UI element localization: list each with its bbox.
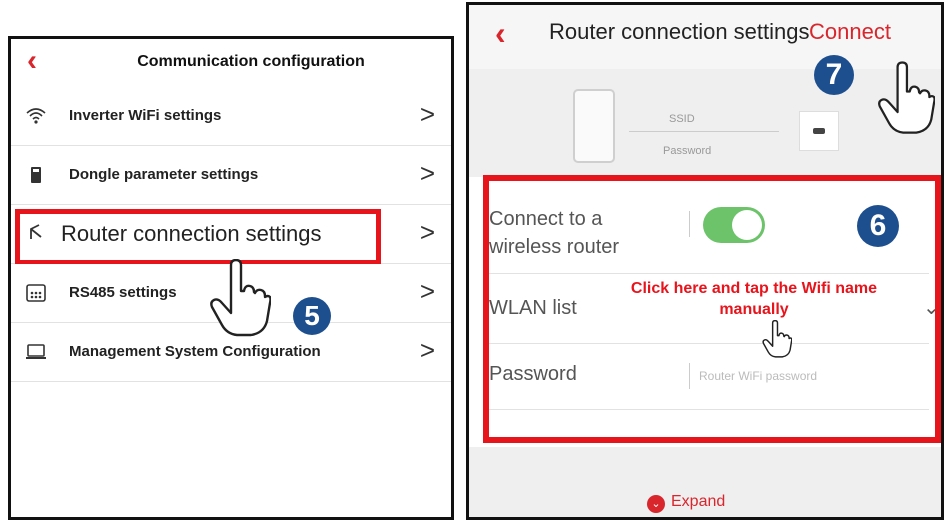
page-title: Communication configuration [137,53,365,70]
step-badge-6: 6 [857,205,899,247]
menu-item-label: Management System Configuration [69,343,321,360]
chevron-right-icon: > [419,158,435,188]
monitor-icon [26,344,46,359]
menu-item-dongle-parameters[interactable]: Dongle parameter settings > [11,146,451,205]
wifi-icon [26,108,46,124]
instruction-note: Click here and tap the Wifi name manuall… [630,280,878,318]
chevron-right-icon: > [419,335,435,365]
password-diagram-label: Password [663,145,712,157]
dongle-icon [799,111,839,151]
pointer-hand-icon [762,320,792,358]
step-badge-5: 5 [293,297,331,335]
menu-item-label: Dongle parameter settings [69,166,259,183]
chevron-right-icon: > [419,276,435,306]
page-title: Router connection settings [549,19,810,44]
step-badge-7: 7 [814,55,854,95]
pointer-hand-icon [210,259,271,337]
connect-button[interactable]: Connect [809,19,891,45]
back-icon[interactable]: ‹ [495,15,506,52]
router-connection-settings-panel: ‹ Router connection settings Connect SSI… [466,2,944,520]
connection-line [629,131,779,132]
left-header: ‹ Communication configuration [11,39,451,88]
rs485-icon [26,284,46,302]
right-header: ‹ Router connection settings Connect [469,5,941,70]
phone-icon [573,89,615,163]
expand-bar[interactable]: ⌄ Expand [469,483,941,517]
chevron-right-icon: > [419,217,435,247]
ssid-label: SSID [669,113,695,125]
connection-diagram: SSID Password [469,69,941,177]
pointer-hand-icon [878,61,935,134]
highlight-box [15,209,381,265]
expand-button[interactable]: Expand [671,493,725,511]
menu-item-inverter-wifi[interactable]: Inverter WiFi settings > [11,87,451,146]
menu-item-label: RS485 settings [69,284,177,301]
communication-configuration-panel: ‹ Communication configuration Inverter W… [8,36,454,520]
chevron-right-icon: > [419,99,435,129]
menu-item-label: Inverter WiFi settings [69,107,222,124]
chevron-down-circle-icon: ⌄ [647,495,665,513]
dongle-icon [31,167,41,183]
